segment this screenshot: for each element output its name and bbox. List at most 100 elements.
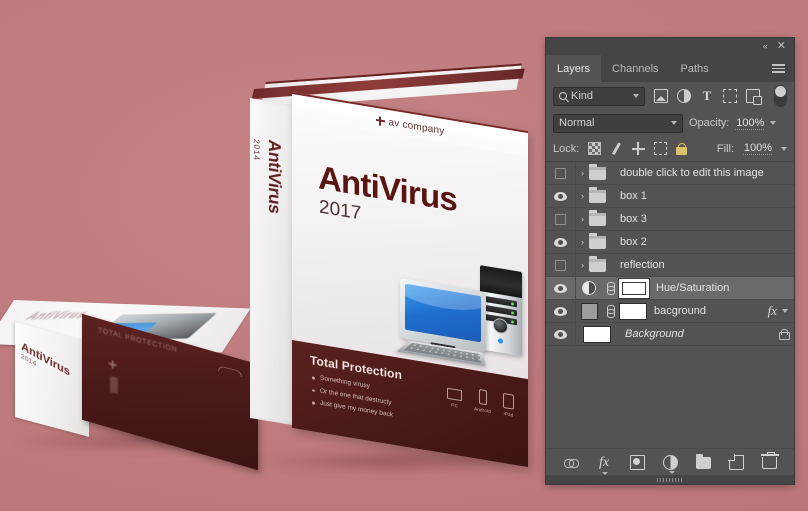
layer-name[interactable]: Hue/Saturation [656, 282, 729, 294]
background-thumbnail [583, 325, 611, 343]
lock-icon [779, 328, 790, 340]
table-row[interactable]: › double click to edit this image [546, 162, 794, 185]
pixel-thumbnail [580, 302, 598, 320]
flat-box-logo-mark [106, 359, 122, 399]
table-row[interactable]: bacground fx [546, 300, 794, 323]
fill-input[interactable]: 100% [743, 142, 772, 155]
add-layer-mask-icon[interactable] [629, 454, 645, 470]
fill-chevron-down-icon[interactable] [781, 146, 787, 151]
filter-type-icons: T [654, 89, 762, 105]
chevron-right-icon[interactable]: › [576, 191, 589, 201]
new-adjustment-layer-icon[interactable] [662, 454, 678, 474]
visibility-toggle[interactable] [546, 300, 576, 322]
phone-icon [478, 388, 487, 406]
table-row[interactable]: Background [546, 323, 794, 346]
lock-artboard-nesting-icon[interactable] [653, 142, 667, 155]
lock-all-icon[interactable] [675, 142, 687, 155]
lock-bar: Lock: Fill: 100% [546, 136, 794, 162]
layer-filter-bar: Kind T [546, 82, 794, 110]
layer-name[interactable]: box 3 [620, 213, 647, 225]
new-group-icon[interactable] [695, 454, 711, 469]
main-box-spine-year: 2014 [252, 138, 261, 162]
main-box-spine-title: AntiVirus [265, 138, 284, 216]
type-layer-filter-icon[interactable]: T [700, 89, 714, 103]
opacity-label: Opacity: [689, 117, 730, 129]
chevron-right-icon[interactable]: › [576, 214, 589, 224]
tower-top-panel [480, 265, 522, 299]
eye-icon [554, 283, 567, 293]
layer-name[interactable]: reflection [620, 259, 665, 271]
hue-saturation-icon [582, 281, 596, 295]
layer-name[interactable]: Background [625, 328, 684, 340]
adjustment-thumbnail[interactable] [576, 281, 602, 295]
filter-toggle-switch[interactable] [774, 85, 787, 107]
visibility-toggle[interactable] [546, 323, 576, 345]
supported-devices: PC Android iPad [447, 384, 514, 418]
layer-style-fx-icon[interactable]: fx [768, 303, 777, 319]
visibility-toggle[interactable] [546, 162, 576, 184]
new-layer-icon[interactable] [728, 454, 744, 470]
table-row[interactable]: Hue/Saturation [546, 277, 794, 300]
lock-image-pixels-icon[interactable] [612, 142, 621, 155]
filter-kind-select[interactable]: Kind [553, 86, 645, 106]
lock-transparent-pixels-icon[interactable] [588, 142, 602, 155]
delete-layer-icon[interactable] [760, 452, 779, 469]
eye-icon [554, 329, 567, 339]
device-label: PC [451, 402, 458, 409]
tab-paths[interactable]: Paths [670, 55, 720, 82]
tablet-icon [503, 392, 514, 410]
table-row[interactable]: › box 2 [546, 231, 794, 254]
visibility-toggle[interactable] [546, 185, 576, 207]
link-mask-icon[interactable] [606, 281, 615, 295]
blend-mode-select[interactable]: Normal [553, 113, 683, 133]
caret-down-icon [601, 471, 608, 475]
chevron-right-icon[interactable]: › [576, 260, 589, 270]
layer-mask-thumbnail[interactable] [619, 302, 647, 320]
folder-icon [589, 163, 606, 180]
device-label: Android [474, 406, 491, 414]
table-row[interactable]: › reflection [546, 254, 794, 277]
lock-position-icon[interactable] [631, 142, 645, 155]
smart-object-filter-icon[interactable] [746, 89, 762, 105]
layer-thumbnail[interactable] [576, 325, 618, 343]
monitor-screen [405, 283, 481, 343]
chevron-right-icon[interactable]: › [576, 237, 589, 247]
layers-list[interactable]: › double click to edit this image › box … [546, 162, 794, 448]
main-box-feature-list: Something virusy Or the one that destruc… [312, 371, 393, 422]
main-box-spine: 2014 AntiVirus [250, 98, 298, 427]
adjustment-layer-filter-icon[interactable] [677, 89, 691, 103]
layer-name[interactable]: double click to edit this image [620, 167, 764, 179]
panel-tabs: Layers Channels Paths [546, 55, 794, 82]
chevron-down-icon[interactable] [782, 309, 788, 313]
row-indicators [779, 328, 790, 340]
chevron-down-icon [633, 94, 639, 98]
collapse-panel-button[interactable]: « [763, 42, 768, 51]
tab-layers[interactable]: Layers [546, 55, 602, 82]
hamburger-menu-icon[interactable] [763, 55, 794, 82]
table-row[interactable]: › box 1 [546, 185, 794, 208]
tab-channels[interactable]: Channels [601, 55, 669, 82]
layer-style-fx-icon[interactable]: fx [597, 455, 612, 475]
table-row[interactable]: › box 3 [546, 208, 794, 231]
layer-mask-thumbnail[interactable] [619, 278, 649, 298]
visibility-toggle[interactable] [546, 277, 576, 299]
pixel-layer-filter-icon[interactable] [654, 89, 668, 103]
layer-thumbnail[interactable] [576, 302, 602, 320]
folder-icon [589, 255, 606, 272]
visibility-toggle[interactable] [546, 208, 576, 230]
close-panel-button[interactable]: ✕ [777, 41, 786, 52]
opacity-input[interactable]: 100% [735, 117, 765, 130]
caret-down-icon [668, 470, 675, 474]
chevron-right-icon[interactable]: › [576, 168, 589, 178]
link-layers-icon[interactable] [563, 455, 579, 470]
layer-name[interactable]: box 1 [620, 190, 647, 202]
layer-name[interactable]: box 2 [620, 236, 647, 248]
link-mask-icon[interactable] [606, 304, 615, 318]
panel-resize-grip[interactable] [546, 475, 794, 484]
visibility-toggle[interactable] [546, 231, 576, 253]
layer-name[interactable]: bacground [654, 305, 706, 317]
opacity-chevron-down-icon[interactable] [770, 121, 777, 125]
desktop-computer-illustration [396, 252, 528, 375]
visibility-toggle[interactable] [546, 254, 576, 276]
shape-layer-filter-icon[interactable] [723, 89, 737, 103]
